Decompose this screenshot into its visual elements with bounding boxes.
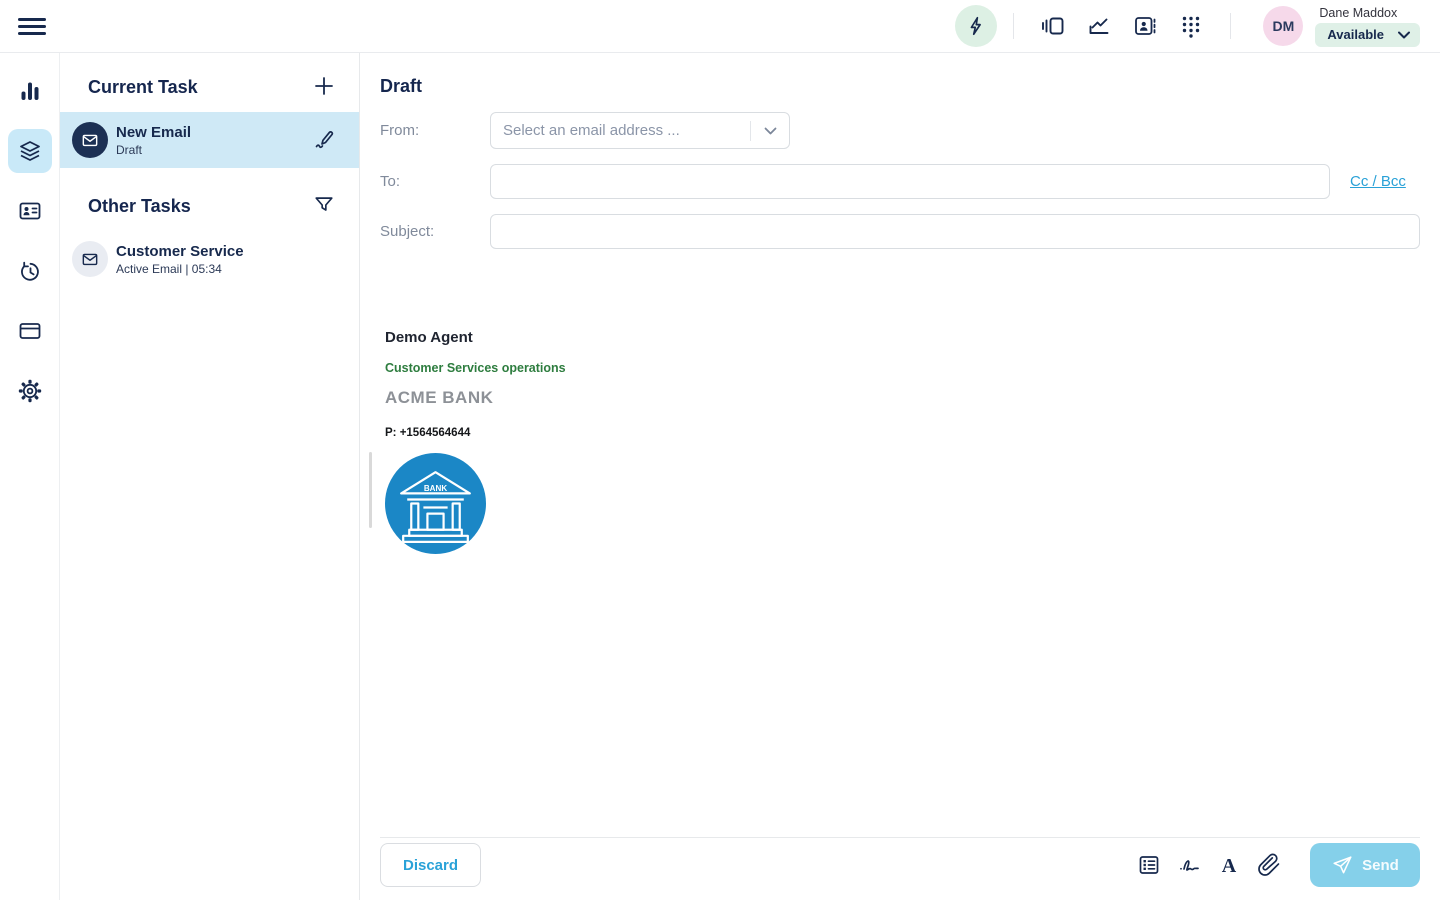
other-tasks-title: Other Tasks xyxy=(88,196,191,217)
settings-gear-icon xyxy=(18,379,42,403)
plus-icon xyxy=(313,75,335,97)
availability-status: Available xyxy=(1327,27,1384,42)
signature-phone: P: +1564564644 xyxy=(385,427,1420,439)
contact-card-icon xyxy=(1133,14,1157,38)
contacts-button[interactable] xyxy=(1133,14,1157,38)
from-label: From: xyxy=(380,122,490,139)
topbar-right: DM Dane Maddox Available xyxy=(955,5,1420,47)
discard-button[interactable]: Discard xyxy=(380,843,481,887)
lightning-icon xyxy=(965,15,987,37)
subject-label: Subject: xyxy=(380,223,490,240)
attachment-button[interactable] xyxy=(1257,853,1281,877)
bar-chart-icon xyxy=(18,79,42,103)
task-avatar xyxy=(72,241,108,277)
hamburger-menu-button[interactable] xyxy=(18,14,46,38)
topbar-divider xyxy=(1230,13,1231,39)
availability-dropdown[interactable]: Available xyxy=(1315,23,1420,47)
sidebar-item-settings[interactable] xyxy=(0,361,60,421)
layers-icon xyxy=(18,139,42,163)
panels-icon xyxy=(1041,14,1065,38)
sidebar-item-address-book[interactable] xyxy=(0,181,60,241)
user-name: Dane Maddox xyxy=(1315,6,1397,20)
compose-area: Draft From: Select an email address ... … xyxy=(360,53,1440,900)
task-subtitle: Draft xyxy=(116,143,313,157)
attachment-icon xyxy=(1257,853,1281,877)
subject-row: Subject: xyxy=(380,214,1420,249)
dialpad-icon xyxy=(1179,14,1203,38)
compose-edit-button[interactable] xyxy=(313,127,337,154)
scrollbar-thumb[interactable] xyxy=(369,452,372,528)
signature-icon xyxy=(1177,853,1201,877)
text-format-button[interactable]: A xyxy=(1217,853,1241,877)
email-body-editor[interactable]: Demo Agent Customer Services operations … xyxy=(380,257,1420,772)
send-label: Send xyxy=(1362,857,1399,874)
topbar: DM Dane Maddox Available xyxy=(0,0,1440,53)
dialpad-button[interactable] xyxy=(1179,14,1203,38)
template-icon xyxy=(1137,853,1161,877)
hamburger-icon xyxy=(18,18,46,21)
task-title: Customer Service xyxy=(116,243,337,260)
analytics-button[interactable] xyxy=(1087,14,1111,38)
task-row-new-email[interactable]: New Email Draft xyxy=(60,112,359,168)
signature-name: Demo Agent xyxy=(385,329,1420,346)
sidebar-item-history[interactable] xyxy=(0,241,60,301)
signature-company: ACME BANK xyxy=(385,388,1420,408)
from-placeholder: Select an email address ... xyxy=(503,122,750,139)
from-select[interactable]: Select an email address ... xyxy=(490,112,790,149)
signature-button[interactable] xyxy=(1177,853,1201,877)
add-task-button[interactable] xyxy=(313,75,335,100)
template-button[interactable] xyxy=(1137,853,1161,877)
filter-tasks-button[interactable] xyxy=(313,194,335,219)
to-row: To: Cc / Bcc xyxy=(380,164,1420,199)
svg-text:A: A xyxy=(1222,855,1237,877)
line-chart-icon xyxy=(1087,14,1111,38)
to-input[interactable] xyxy=(490,164,1330,199)
current-task-title: Current Task xyxy=(88,77,198,98)
from-row: From: Select an email address ... xyxy=(380,112,1420,149)
browser-icon xyxy=(18,319,42,343)
filter-icon xyxy=(313,194,335,216)
chevron-down-icon xyxy=(751,127,789,135)
task-subtitle: Active Email | 05:34 xyxy=(116,262,337,276)
task-panel: Current Task New Email Draft Other Tasks xyxy=(60,53,360,900)
send-button[interactable]: Send xyxy=(1310,843,1420,887)
sidebar-item-browser[interactable] xyxy=(0,301,60,361)
task-title: New Email xyxy=(116,124,313,141)
cc-bcc-link[interactable]: Cc / Bcc xyxy=(1350,173,1406,190)
to-label: To: xyxy=(380,173,490,190)
left-nav-rail xyxy=(0,53,60,900)
compose-footer: Discard A xyxy=(380,837,1420,900)
compose-pen-icon xyxy=(313,127,337,151)
envelope-icon xyxy=(80,130,100,150)
task-row-customer-service[interactable]: Customer Service Active Email | 05:34 xyxy=(60,231,359,287)
svg-text:BANK: BANK xyxy=(424,484,448,493)
multitask-panels-button[interactable] xyxy=(1041,14,1065,38)
topbar-divider xyxy=(1013,13,1014,39)
task-avatar xyxy=(72,122,108,158)
address-book-icon xyxy=(18,199,42,223)
sidebar-item-tasks[interactable] xyxy=(0,121,60,181)
envelope-icon xyxy=(80,249,100,269)
sidebar-item-analytics[interactable] xyxy=(0,61,60,121)
other-tasks-header: Other Tasks xyxy=(60,168,359,231)
quick-actions-button[interactable] xyxy=(955,5,997,47)
chevron-down-icon xyxy=(1398,31,1410,39)
send-plane-icon xyxy=(1331,854,1353,876)
avatar[interactable]: DM xyxy=(1263,6,1303,46)
subject-input[interactable] xyxy=(490,214,1420,249)
page-title: Draft xyxy=(380,76,1420,97)
bank-logo: BANK xyxy=(385,453,486,554)
current-task-header: Current Task xyxy=(60,53,359,112)
history-icon xyxy=(18,259,42,283)
signature-role: Customer Services operations xyxy=(385,361,1420,375)
user-block: Dane Maddox Available xyxy=(1315,6,1420,47)
text-format-icon: A xyxy=(1217,853,1241,877)
